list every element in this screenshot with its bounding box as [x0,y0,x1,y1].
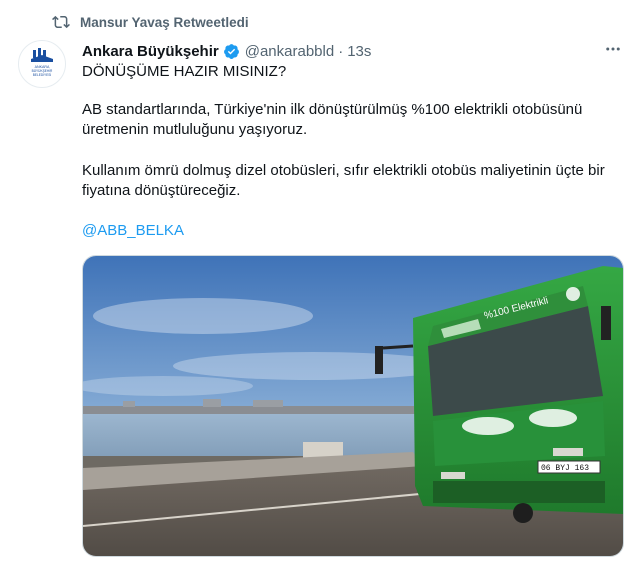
tweet-paragraph: AB standartlarında, Türkiye'nin ilk dönü… [82,101,583,138]
bus-photo: %100 Elektrikli 06 BYJ 163 [83,256,623,556]
tweet-header: Ankara Büyükşehir @ankarabbld · 13s [82,40,626,62]
avatar[interactable]: ANKARA BÜYÜKŞEHİR BELEDİYESİ [18,40,66,88]
retweet-label: Mansur Yavaş Retweetledi [80,14,249,30]
ankara-logo-icon: ANKARA BÜYÜKŞEHİR BELEDİYESİ [31,48,53,77]
tweet-media-image[interactable]: %100 Elektrikli 06 BYJ 163 [82,255,624,557]
mention-link[interactable]: @ABB_BELKA [82,221,184,241]
separator-dot: · [338,42,344,60]
author-name[interactable]: Ankara Büyükşehir [82,43,219,60]
license-plate: 06 BYJ 163 [541,464,589,473]
more-icon [606,47,620,51]
tweet-headline: DÖNÜŞÜME HAZIR MISINIZ? [82,63,287,80]
tweet-timestamp[interactable]: 13s [347,43,371,60]
author-handle[interactable]: @ankarabbld [245,43,334,60]
svg-text:BELEDİYESİ: BELEDİYESİ [33,72,52,77]
retweet-icon [52,15,70,29]
verified-badge-icon [223,43,239,59]
retweet-context[interactable]: Mansur Yavaş Retweetledi [52,12,249,32]
tweet-paragraph: Kullanım ömrü dolmuş dizel otobüsleri, s… [82,162,605,199]
more-options-button[interactable] [600,36,626,62]
